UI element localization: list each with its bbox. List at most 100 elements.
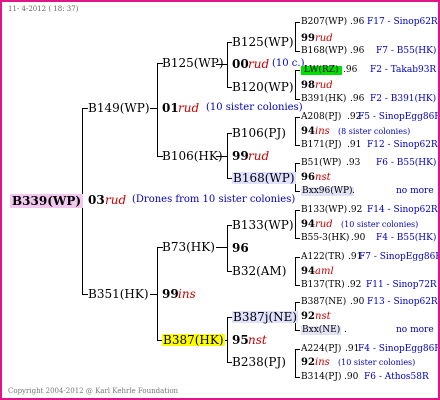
g5-row-lineage: F2 - Takab93R xyxy=(370,65,437,75)
g5-row-lineage: F4 - B55(HK) xyxy=(376,233,437,243)
g5-row-version: .96 xyxy=(350,46,365,56)
connector xyxy=(295,238,300,239)
connector xyxy=(295,349,300,350)
connector xyxy=(157,63,158,156)
g3-c-year: 96 xyxy=(232,241,249,255)
g4-a1-id[interactable]: B125(WP) xyxy=(232,36,294,48)
g4-b1-year: 94 xyxy=(301,126,315,137)
sire-id[interactable]: B149(WP) xyxy=(88,102,150,114)
g5-row-id[interactable]: A224(PJ) xyxy=(301,345,341,354)
g5-row-version: .93 xyxy=(346,158,361,168)
g3-b-id[interactable]: B106(HK) xyxy=(162,150,223,162)
g4-c1-note: (10 sister colonies) xyxy=(341,220,419,229)
connector xyxy=(295,377,300,378)
g4-d2-note: (10 sister colonies) xyxy=(338,358,416,367)
g5-row-version: .92 xyxy=(348,205,363,215)
g5-row-id[interactable]: B391(HK) xyxy=(301,95,346,104)
g5-row-lineage: no more xyxy=(396,325,434,335)
connector xyxy=(295,210,300,211)
connector xyxy=(295,99,300,100)
g5-row-id[interactable]: B171(PJ) xyxy=(301,141,341,150)
connector xyxy=(295,285,300,286)
header-date: 11- 4-2012 ( 18: 37) xyxy=(8,5,79,13)
connector xyxy=(295,163,300,164)
g5-row-id[interactable]: B314(PJ) xyxy=(301,373,341,382)
g4-a2-year: 98 xyxy=(301,80,315,91)
connector xyxy=(295,145,300,146)
connector xyxy=(295,117,300,118)
g4-d1-year: 92 xyxy=(301,311,315,322)
root-breed: rud xyxy=(105,193,127,207)
g5-row-id[interactable]: B55-3(HK) xyxy=(301,234,349,243)
g4-c2-id[interactable]: B32(AM) xyxy=(232,265,286,277)
g4-d1-id[interactable]: B387j(NE) xyxy=(232,311,299,323)
g5-row-id[interactable]: A208(PJ) xyxy=(301,113,341,122)
connector xyxy=(295,257,296,285)
g5-row-version: . xyxy=(344,325,347,335)
g5-row-lineage: no more xyxy=(396,186,434,196)
g3-b-year: 99 xyxy=(232,149,249,163)
g5-row-id[interactable]: B137(TR) xyxy=(301,281,345,290)
g4-a2-breed: rud xyxy=(315,80,333,91)
g5-row-lineage: F17 - Sinop62R xyxy=(367,17,438,27)
root-queen-id[interactable]: B339(WP) xyxy=(10,194,84,208)
root-year: 03 xyxy=(88,193,105,207)
g4-a1-year: 99 xyxy=(301,33,315,44)
g4-b1-id[interactable]: B106(PJ) xyxy=(232,127,286,139)
g4-d2-breed: ins xyxy=(315,357,330,368)
g3-a-note: (10 c.) xyxy=(272,58,305,69)
g5-row-version: .92 xyxy=(347,280,362,290)
g3-a-year: 00 xyxy=(232,57,249,71)
g4-c1-id[interactable]: B133(WP) xyxy=(232,219,294,231)
g4-b2-id[interactable]: B168(WP) xyxy=(232,172,296,184)
g5-row-id[interactable]: B51(WP) xyxy=(301,159,341,168)
connector xyxy=(295,22,296,51)
g5-row-id[interactable]: Bxx(NE) xyxy=(301,326,342,335)
g5-row-lineage: F13 - Sinop62R xyxy=(367,297,438,307)
g5-row-lineage: F5 - SinopEgg86R xyxy=(358,112,440,122)
g3-a-id[interactable]: B125(WP) xyxy=(162,57,224,69)
connector xyxy=(216,247,228,248)
g5-row-id[interactable]: B168(WP) xyxy=(301,47,347,56)
connector xyxy=(150,294,158,295)
g4-d2-id[interactable]: B238(PJ) xyxy=(232,356,286,368)
pedigree-frame: 11- 4-2012 ( 18: 37) Copyright 2004-2012… xyxy=(0,0,440,400)
g5-row-id[interactable]: Bxx96(WP) xyxy=(301,187,354,196)
g5-row-id[interactable]: LW(RZ) xyxy=(301,66,342,75)
g5-row-lineage: F7 - SinopEgg86R xyxy=(359,252,440,262)
g5-row-version: .96 xyxy=(350,94,365,104)
g5-row-lineage: F4 - SinopEgg86R xyxy=(358,344,440,354)
g3-d-breed: nst xyxy=(248,333,267,347)
g5-row-id[interactable]: B207(WP) xyxy=(301,18,347,27)
g4-c1-year: 94 xyxy=(301,219,315,230)
sire-note: (10 sister colonies) xyxy=(206,102,303,113)
connector xyxy=(295,70,300,71)
g4-c1-breed: rud xyxy=(315,219,333,230)
connector xyxy=(295,117,296,145)
g5-row-id[interactable]: B387(NE) xyxy=(301,298,346,307)
g5-row-version: .90 xyxy=(351,233,366,243)
g5-row-id[interactable]: B133(WP) xyxy=(301,206,347,215)
g5-row-lineage: F7 - B55(HK) xyxy=(376,46,437,56)
connector xyxy=(295,210,296,238)
sire-year: 01 xyxy=(162,101,179,115)
g3-c-id[interactable]: B73(HK) xyxy=(162,241,215,253)
dam-breed: ins xyxy=(178,287,196,301)
g3-a-breed: rud xyxy=(248,57,270,71)
dam-id[interactable]: B351(HK) xyxy=(88,288,149,300)
connector xyxy=(295,22,300,23)
g4-d2-year: 92 xyxy=(301,357,315,368)
g4-c2-breed: aml xyxy=(315,266,334,277)
g3-d-year: 95 xyxy=(232,333,249,347)
g4-a2-id[interactable]: B120(WP) xyxy=(232,81,294,93)
g5-row-id[interactable]: A122(TR) xyxy=(301,253,344,262)
g5-row-lineage: F12 - Sinop62R xyxy=(367,140,438,150)
g4-c2-year: 94 xyxy=(301,266,315,277)
g5-row-version: .91 xyxy=(347,140,362,150)
connector xyxy=(150,108,158,109)
dam-year: 99 xyxy=(162,287,179,301)
g3-d-id[interactable]: B387(HK) xyxy=(162,334,225,346)
connector xyxy=(295,257,300,258)
g4-b2-breed: nst xyxy=(315,172,331,183)
g4-b1-breed: ins xyxy=(315,126,330,137)
